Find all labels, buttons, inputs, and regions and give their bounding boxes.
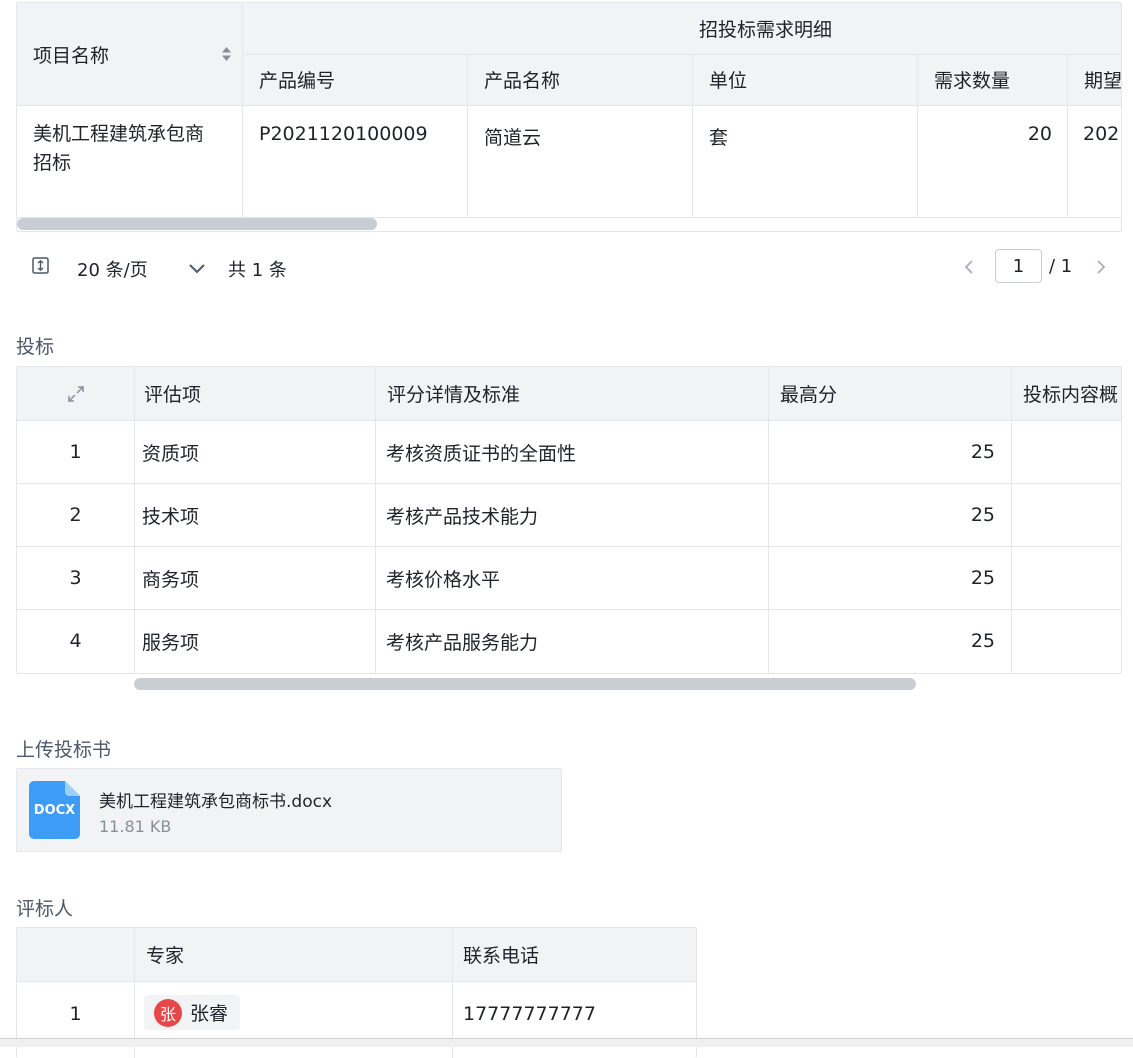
col-header-name: 产品名称 — [484, 70, 561, 92]
col-header-unit: 单位 — [709, 70, 748, 92]
horizontal-scrollbar[interactable] — [134, 678, 916, 690]
group-header-requirements: 招投标需求明细 — [699, 19, 833, 41]
expert-tag[interactable]: 张 张睿 — [144, 995, 241, 1030]
col-header-content: 投标内容概 — [1023, 384, 1119, 406]
total-pages: / 1 — [1049, 256, 1073, 277]
table-row: 美机工程建筑承包商 招标 P2021120100009 简道云 套 20 202… — [17, 106, 1121, 218]
cell-project: 美机工程建筑承包商 招标 — [33, 123, 205, 174]
cell-expect: 2021 — [1083, 123, 1121, 145]
table-row: 1 资质项 考核资质证书的全面性 25 — [69, 441, 995, 465]
upload-section-title: 上传投标书 — [16, 739, 112, 761]
cell-code: P2021120100009 — [259, 123, 428, 145]
col-header-qty: 需求数量 — [934, 70, 1011, 92]
bid-section-title: 投标 — [16, 336, 55, 358]
docx-file-icon: DOCX — [29, 781, 80, 839]
bid-table: 评估项 评分详情及标准 最高分 投标内容概 1 资质项 考核资质证书的全面性 2… — [16, 366, 1122, 674]
cell-name: 简道云 — [484, 127, 542, 149]
file-name[interactable]: 美机工程建筑承包商标书.docx — [99, 787, 332, 812]
col-header-expert: 专家 — [146, 945, 185, 967]
file-size: 11.81 KB — [99, 817, 172, 836]
table-row: 2 技术项 考核产品技术能力 25 — [69, 504, 995, 528]
page-size-select[interactable]: 20 条/页 — [77, 256, 148, 282]
table-row: 1 张 张睿 17777777777 — [17, 982, 696, 1046]
requirements-table: 项目名称 招投标需求明细 产品编号 产品名称 单位 需求数量 期望 美机工程建筑… — [16, 2, 1122, 232]
table-row: 4 服务项 考核产品服务能力 25 — [69, 630, 995, 654]
chevron-down-icon[interactable] — [188, 260, 206, 279]
col-header-phone: 联系电话 — [463, 945, 540, 967]
pagination: 20 条/页 共 1 条 1 / 1 — [16, 248, 1120, 286]
prev-page-icon[interactable] — [963, 259, 975, 279]
col-header-item: 评估项 — [144, 384, 202, 406]
expand-icon[interactable] — [67, 385, 85, 407]
sort-icon[interactable] — [221, 46, 232, 62]
table-row: 3 商务项 考核价格水平 25 — [69, 567, 995, 591]
next-page-icon[interactable] — [1095, 259, 1107, 279]
horizontal-scrollbar[interactable] — [17, 218, 377, 230]
avatar: 张 — [154, 998, 182, 1027]
col-header-project[interactable]: 项目名称 — [17, 3, 242, 105]
col-header-code: 产品编号 — [259, 70, 336, 92]
uploaded-file-card[interactable]: DOCX 美机工程建筑承包商标书.docx 11.81 KB — [16, 768, 562, 852]
total-count: 共 1 条 — [228, 260, 287, 281]
reviewer-section-title: 评标人 — [16, 898, 74, 920]
page-input[interactable]: 1 — [995, 249, 1042, 283]
col-header-expect: 期望 — [1084, 70, 1122, 92]
cell-unit: 套 — [709, 127, 729, 149]
col-header-max: 最高分 — [780, 384, 838, 406]
cell-qty: 20 — [1027, 123, 1052, 145]
col-header-criteria: 评分详情及标准 — [387, 384, 521, 406]
page-size-icon[interactable] — [32, 257, 49, 278]
